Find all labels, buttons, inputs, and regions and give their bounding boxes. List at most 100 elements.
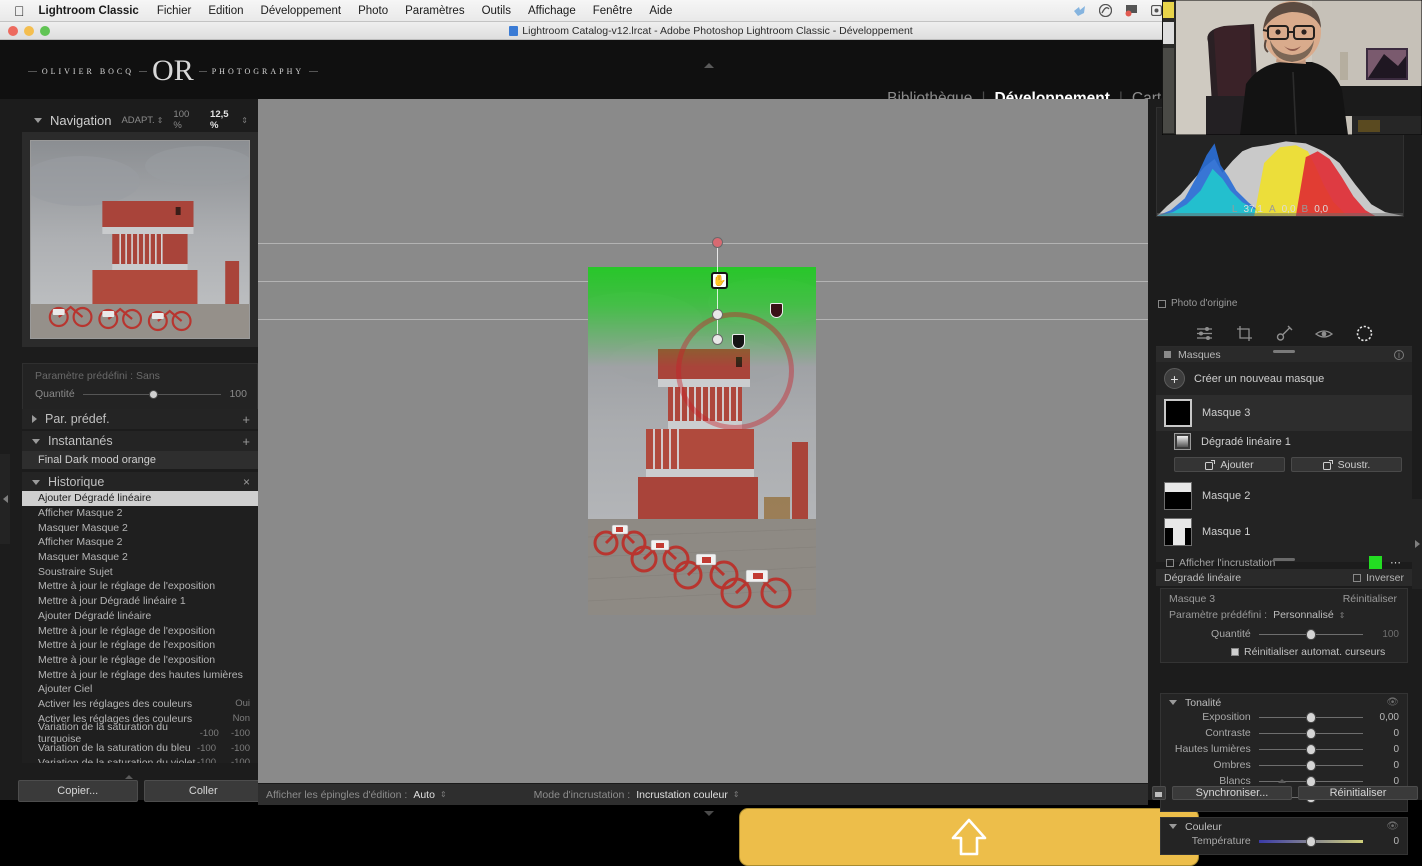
filmstrip-toggle-arrow[interactable]	[704, 811, 714, 816]
slider-track[interactable]	[1258, 835, 1364, 847]
masks-resize-grip[interactable]	[1273, 558, 1295, 561]
navigator-thumbnail-container[interactable]	[22, 132, 258, 347]
image-canvas[interactable]: ✋	[258, 99, 1199, 866]
zoom-100[interactable]: 100 %	[173, 109, 200, 131]
overlay-options-icon[interactable]: ⋯	[1390, 556, 1402, 569]
notification-icon[interactable]	[1125, 4, 1138, 17]
reset-button[interactable]: Réinitialiser	[1298, 786, 1418, 800]
adobe-cc-icon[interactable]	[1099, 4, 1112, 17]
history-list[interactable]: Ajouter Dégradé linéaire Afficher Masque…	[22, 491, 258, 763]
history-row[interactable]: Variation de la saturation du violet -100…	[22, 755, 258, 763]
top-panel-toggle-arrow[interactable]	[704, 63, 714, 68]
history-row[interactable]: Mettre à jour le réglage de l'exposition	[22, 579, 258, 594]
zoom-fit[interactable]: ADAPT.	[121, 115, 154, 126]
original-photo-toggle[interactable]: Photo d'origine	[1158, 298, 1237, 309]
chevron-updown-icon[interactable]: ⇕	[157, 116, 164, 125]
gradient-axis-line[interactable]	[717, 243, 718, 343]
chevron-down-icon[interactable]	[1169, 700, 1177, 705]
amount-slider[interactable]	[82, 389, 222, 399]
close-button[interactable]	[8, 26, 18, 36]
mask-item-masque-2[interactable]: Masque 2	[1156, 478, 1412, 514]
menu-fenetre[interactable]: Fenêtre	[593, 5, 633, 17]
adjust-sliders-icon[interactable]	[1195, 325, 1213, 343]
create-new-mask-button[interactable]: + Créer un nouveau masque	[1156, 362, 1412, 395]
eye-icon[interactable]: 👁	[1386, 697, 1399, 708]
add-preset-button[interactable]: +	[242, 412, 250, 427]
mask-pin-subtract[interactable]	[770, 303, 783, 318]
menu-affichage[interactable]: Affichage	[528, 5, 576, 17]
history-row[interactable]: Masquer Masque 2	[22, 520, 258, 535]
section-snapshots[interactable]: Instantanés +	[22, 431, 258, 451]
preset-value[interactable]: Sans	[136, 370, 160, 382]
checkbox-icon[interactable]	[1158, 299, 1166, 308]
menu-photo[interactable]: Photo	[358, 5, 388, 17]
history-row[interactable]: Mettre à jour le réglage de l'exposition	[22, 623, 258, 638]
mask-add-button[interactable]: Ajouter	[1174, 457, 1285, 472]
gradient-center-handle[interactable]	[712, 309, 723, 320]
amount-slider-knob[interactable]	[149, 389, 159, 399]
menubar-app-name[interactable]: Lightroom Classic	[39, 5, 139, 17]
slider-track[interactable]	[1258, 727, 1364, 739]
healing-brush-icon[interactable]	[1275, 325, 1293, 343]
history-row[interactable]: Afficher Masque 2	[22, 506, 258, 521]
chevron-down-icon[interactable]	[32, 438, 40, 444]
history-row[interactable]: Mettre à jour le réglage des hautes lumi…	[22, 667, 258, 682]
menu-edition[interactable]: Edition	[208, 5, 243, 17]
eye-icon[interactable]: 👁	[1386, 821, 1399, 832]
left-panel-show-hide[interactable]	[0, 454, 10, 544]
info-icon[interactable]: i	[1394, 349, 1404, 360]
left-panel-collapse-arrow[interactable]	[125, 775, 133, 779]
identity-plate-logo[interactable]: OLIVIER BOCQ OR PHOTOGRAPHY	[28, 54, 318, 88]
snapshot-item[interactable]: Final Dark mood orange	[22, 451, 258, 469]
gradient-reset-button[interactable]: Réinitialiser	[1343, 593, 1397, 605]
minimize-button[interactable]	[24, 26, 34, 36]
mask-subtract-button[interactable]: Soustr.	[1291, 457, 1402, 472]
chevron-down-icon[interactable]	[34, 117, 42, 123]
chevron-right-icon[interactable]	[32, 415, 37, 423]
chevron-updown-icon[interactable]: ⇕	[440, 790, 447, 799]
navigator-header[interactable]: Navigation ADAPT. ⇕ 100 % 12,5 % ⇕	[22, 109, 258, 131]
clear-history-button[interactable]: ×	[243, 475, 250, 489]
zoom-current[interactable]: 12,5 %	[210, 109, 239, 131]
synchronize-button[interactable]: Synchroniser...	[1172, 786, 1292, 800]
history-row[interactable]: Afficher Masque 2	[22, 535, 258, 550]
chevron-down-icon[interactable]	[1169, 824, 1177, 829]
gradient-amount-slider[interactable]	[1258, 628, 1364, 640]
slider-knob[interactable]	[1305, 711, 1316, 723]
apple-icon[interactable]: 	[14, 4, 25, 18]
history-row[interactable]: Variation de la saturation du bleu -100 -1…	[22, 741, 258, 756]
navigator-preview-image[interactable]	[30, 140, 250, 339]
slider-track[interactable]	[1258, 775, 1364, 787]
slider-track[interactable]	[1258, 759, 1364, 771]
chevron-updown-icon[interactable]: ⇕	[241, 116, 248, 125]
right-panel-show-hide[interactable]	[1412, 499, 1422, 589]
menu-fichier[interactable]: Fichier	[157, 5, 192, 17]
main-photo[interactable]	[588, 267, 816, 615]
gradient-top-handle[interactable]	[712, 237, 723, 248]
gradient-bottom-handle[interactable]	[712, 334, 723, 345]
mask-item-masque-1[interactable]: Masque 1	[1156, 514, 1412, 550]
history-row[interactable]: Variation de la saturation du turquoise -…	[22, 721, 258, 745]
checkbox-icon[interactable]	[1166, 558, 1174, 567]
chevron-updown-icon[interactable]: ⇕	[1339, 611, 1346, 620]
overlay-mode-value[interactable]: Incrustation couleur	[636, 789, 728, 801]
tone-header[interactable]: Tonalité 👁	[1161, 694, 1407, 709]
add-snapshot-button[interactable]: +	[242, 434, 250, 449]
menu-parametres[interactable]: Paramètres	[405, 5, 464, 17]
window-controls[interactable]	[8, 26, 50, 36]
slider-knob[interactable]	[1305, 743, 1316, 755]
masking-icon[interactable]	[1355, 325, 1373, 343]
history-row[interactable]: Mettre à jour Dégradé linéaire 1	[22, 594, 258, 609]
history-row[interactable]: Mettre à jour le réglage de l'exposition	[22, 653, 258, 668]
history-row[interactable]: Ajouter Ciel	[22, 682, 258, 697]
sync-settings-switch[interactable]	[1152, 786, 1166, 800]
mask-pin-sky[interactable]	[732, 334, 745, 349]
section-history[interactable]: Historique ×	[22, 472, 258, 492]
history-row[interactable]: Soustraire Sujet	[22, 564, 258, 579]
history-row[interactable]: Masquer Masque 2	[22, 550, 258, 565]
menu-aide[interactable]: Aide	[649, 5, 672, 17]
overlay-color-swatch[interactable]	[1369, 556, 1382, 569]
maximize-button[interactable]	[40, 26, 50, 36]
slider-track[interactable]	[1258, 743, 1364, 755]
crop-icon[interactable]	[1235, 325, 1253, 343]
